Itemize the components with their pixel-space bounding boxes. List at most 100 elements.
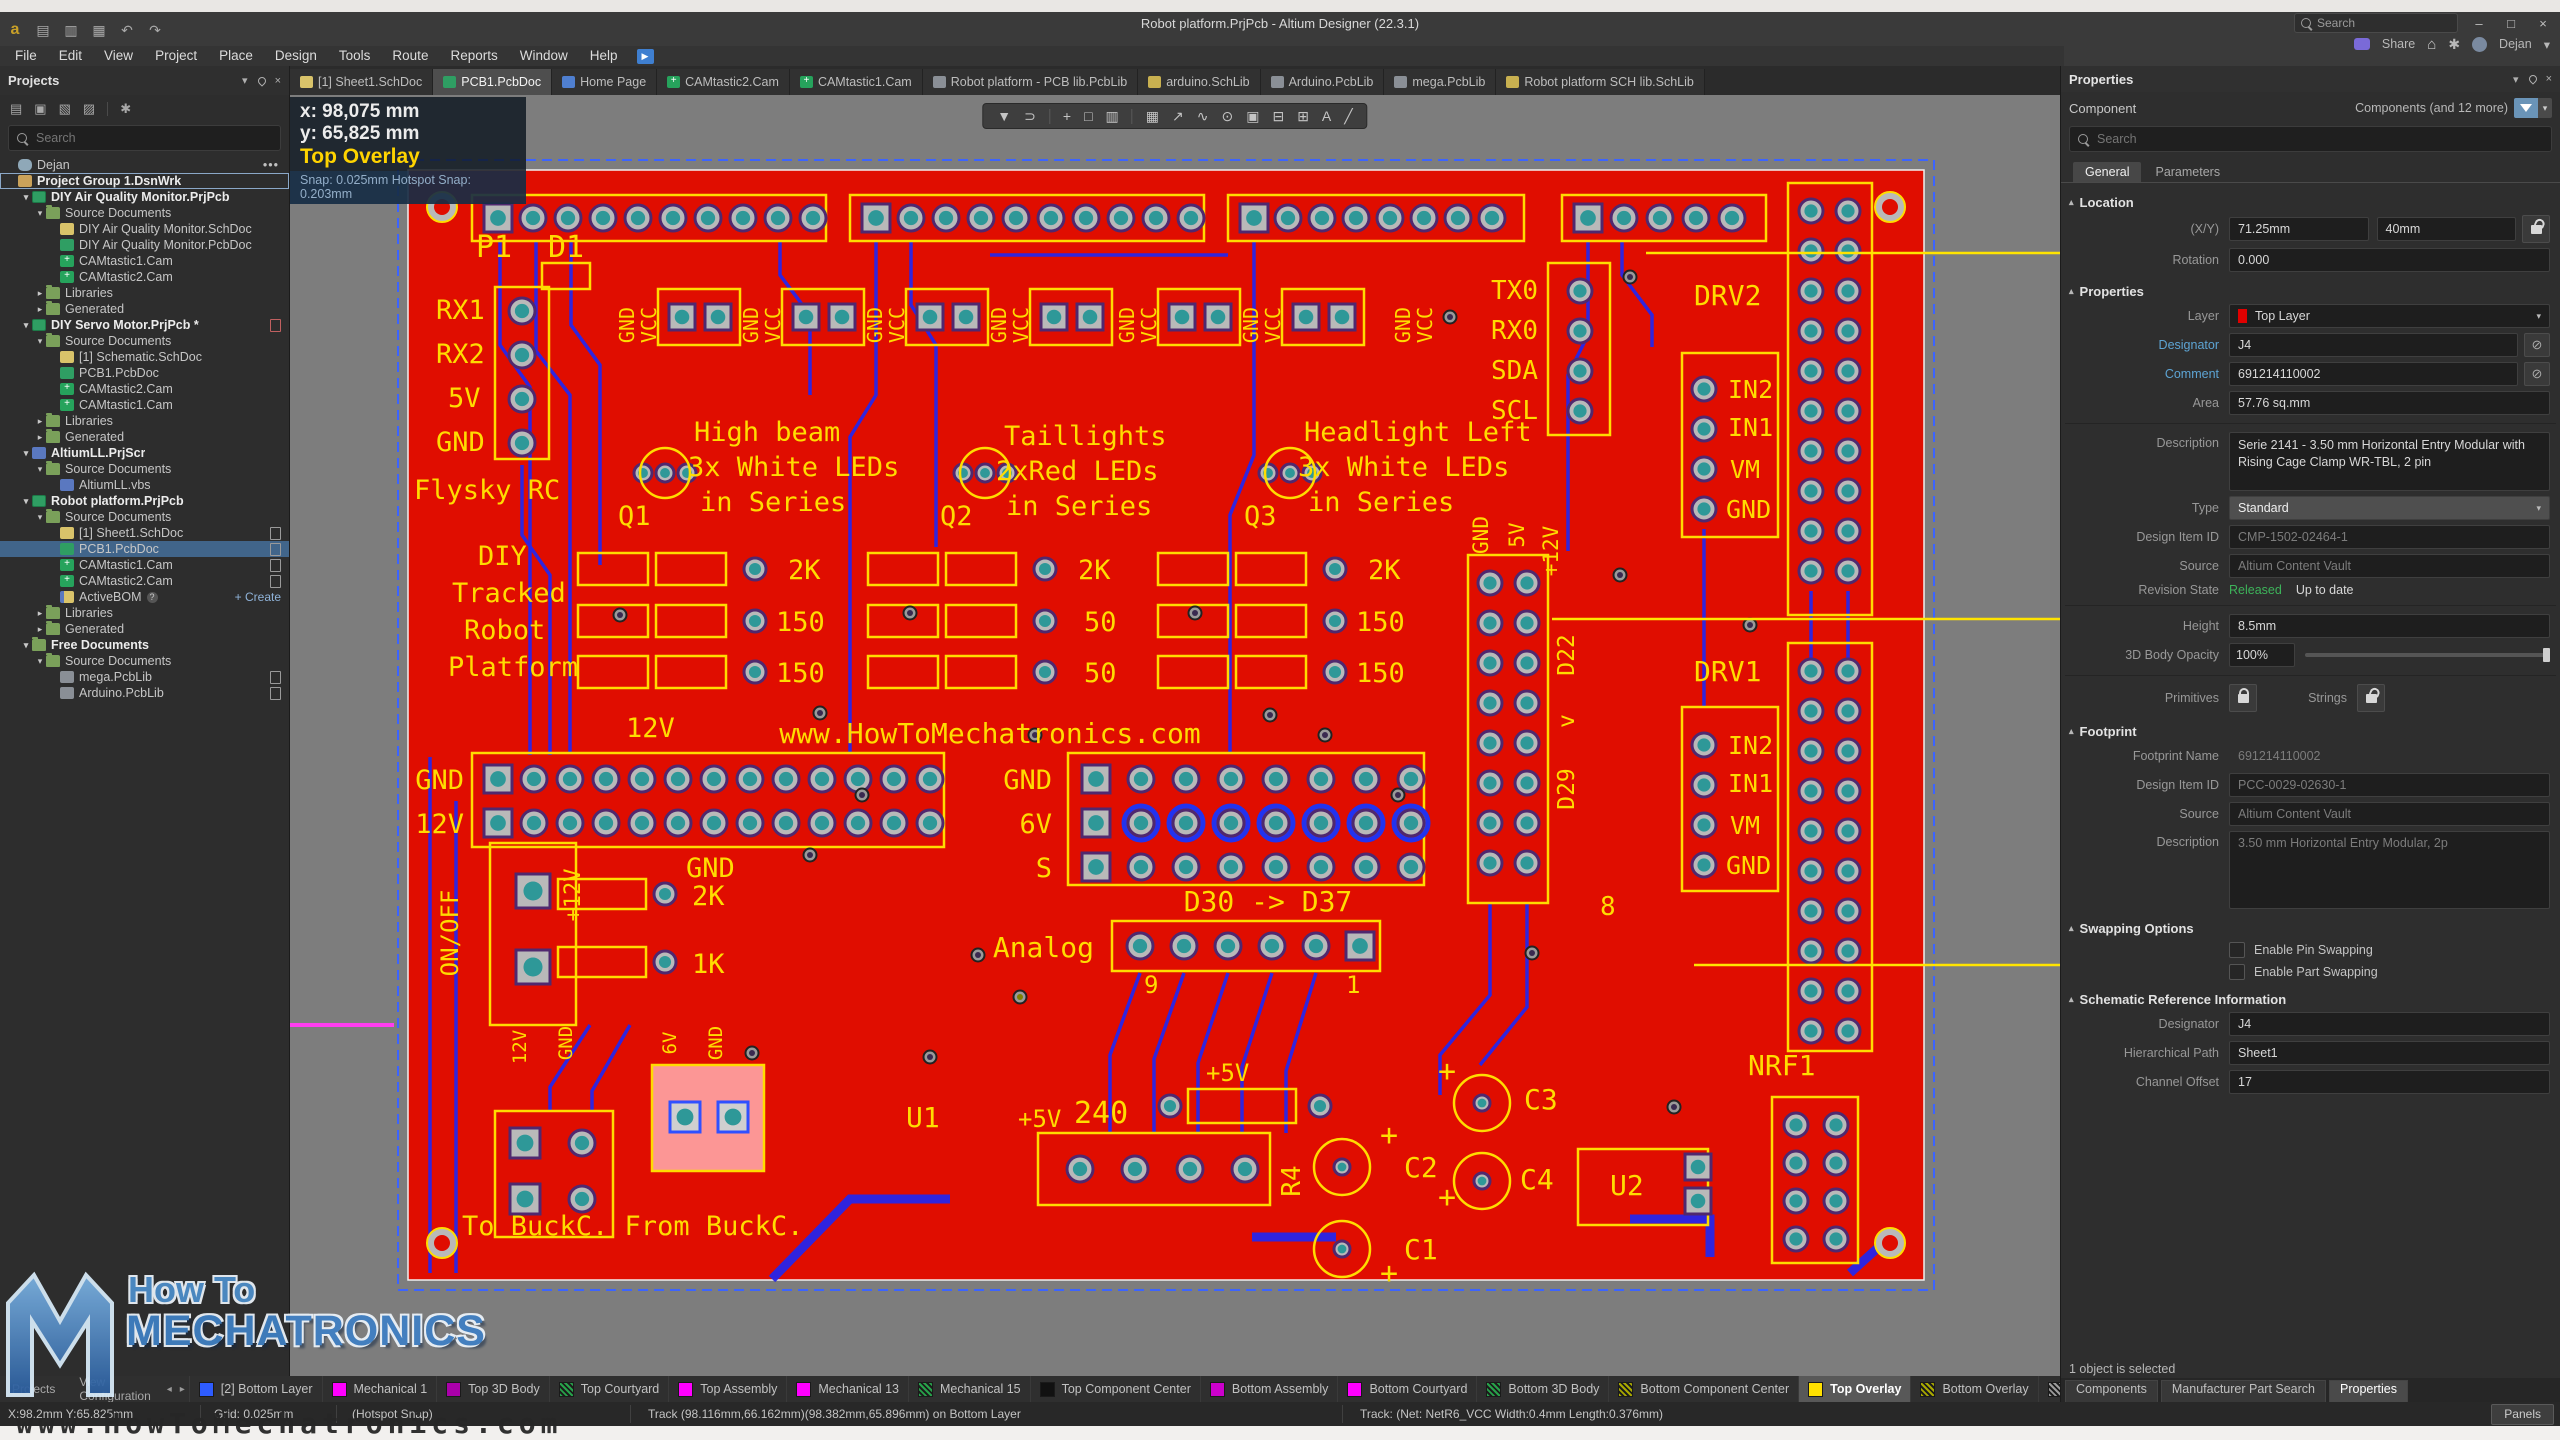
tree-item[interactable]: Arduino.PcbLib xyxy=(0,685,289,701)
tree-item[interactable]: Dejan••• xyxy=(0,157,289,173)
menu-window[interactable]: Window xyxy=(509,46,579,66)
doc-tab[interactable]: CAMtastic1.Cam xyxy=(790,69,923,95)
maximize-button[interactable]: □ xyxy=(2500,16,2522,31)
tree-item[interactable]: DIY Air Quality Monitor.SchDoc xyxy=(0,221,289,237)
tree-item[interactable]: ▸Libraries xyxy=(0,285,289,301)
dimension-icon[interactable]: ⊞ xyxy=(1297,107,1309,125)
text-icon[interactable]: A xyxy=(1322,107,1331,125)
properties-search[interactable] xyxy=(2069,126,2552,152)
properties-search-input[interactable] xyxy=(2095,131,2543,147)
doc-tab[interactable]: Arduino.PcbLib xyxy=(1261,69,1385,95)
rotation-field[interactable]: 0.000 xyxy=(2229,248,2550,272)
create-link[interactable]: + Create xyxy=(235,590,281,604)
magnet-icon[interactable]: ⊃ xyxy=(1024,107,1036,125)
print-icon[interactable]: ▦ xyxy=(90,21,108,39)
menu-help[interactable]: Help xyxy=(579,46,629,66)
primitives-lock-button[interactable] xyxy=(2229,684,2257,712)
tree-item[interactable]: ▾Source Documents xyxy=(0,509,289,525)
tree-item[interactable]: ActiveBOM?+ Create xyxy=(0,589,289,605)
tab-general[interactable]: General xyxy=(2073,162,2141,182)
menu-file[interactable]: File xyxy=(4,46,48,66)
tree-item[interactable]: ▾DIY Air Quality Monitor.PrjPcb xyxy=(0,189,289,205)
doc-tab[interactable]: Robot platform SCH lib.SchLib xyxy=(1496,69,1705,95)
section-properties[interactable]: ▴Properties xyxy=(2069,284,2552,299)
tree-item[interactable]: ▾Source Documents xyxy=(0,333,289,349)
layer-tab[interactable]: Top Assembly xyxy=(668,1376,786,1402)
panel-tab-components[interactable]: Components xyxy=(2065,1380,2158,1402)
route-icon[interactable]: ↗ xyxy=(1172,107,1184,125)
tree-item[interactable]: PCB1.PcbDoc xyxy=(0,365,289,381)
tree-item[interactable]: CAMtastic1.Cam xyxy=(0,557,289,573)
layer-tab[interactable]: Top Courtyard xyxy=(549,1376,669,1402)
tree-item[interactable]: DIY Air Quality Monitor.PcbDoc xyxy=(0,237,289,253)
close-button[interactable]: × xyxy=(2532,16,2554,31)
redo-icon[interactable]: ↷ xyxy=(146,21,164,39)
slider-thumb[interactable] xyxy=(2543,648,2550,662)
enable-pin-swapping-row[interactable]: Enable Pin Swapping xyxy=(2229,942,2550,958)
hide-designator-button[interactable]: ⊘ xyxy=(2524,333,2550,357)
section-schematic-reference[interactable]: ▴Schematic Reference Information xyxy=(2069,992,2552,1007)
home-icon[interactable]: ⌂ xyxy=(2427,36,2436,53)
menu-design[interactable]: Design xyxy=(264,46,328,66)
doc-tab[interactable]: Robot platform - PCB lib.PcbLib xyxy=(923,69,1138,95)
pad-icon[interactable]: ▣ xyxy=(1246,107,1259,125)
filter-icon[interactable]: ▼ xyxy=(997,107,1011,125)
layer-tab[interactable]: Mechanical 1 xyxy=(322,1376,437,1402)
panel-menu-caret-icon[interactable]: ▾ xyxy=(242,74,248,87)
section-location[interactable]: ▴Location xyxy=(2069,195,2552,210)
strings-lock-button[interactable] xyxy=(2357,684,2385,712)
tree-item[interactable]: CAMtastic2.Cam xyxy=(0,269,289,285)
tree-item[interactable]: ▾Source Documents xyxy=(0,653,289,669)
line-icon[interactable]: ╱ xyxy=(1344,107,1352,125)
panel-close-icon[interactable]: × xyxy=(2546,73,2552,85)
menu-tools[interactable]: Tools xyxy=(328,46,382,66)
save-icon[interactable]: ▤ xyxy=(34,21,52,39)
tree-item[interactable]: PCB1.PcbDoc xyxy=(0,541,289,557)
layer-tab[interactable]: Bottom Courtyard xyxy=(1337,1376,1476,1402)
tab-parameters[interactable]: Parameters xyxy=(2143,162,2232,182)
more-icon[interactable]: ••• xyxy=(263,158,279,172)
enable-part-swapping-row[interactable]: Enable Part Swapping xyxy=(2229,964,2550,980)
minimize-button[interactable]: – xyxy=(2468,16,2490,31)
layer-tab[interactable]: Top Paste xyxy=(2038,1376,2060,1402)
measure-icon[interactable]: ▥ xyxy=(1106,107,1119,125)
layer-tab[interactable]: Bottom Overlay xyxy=(1910,1376,2037,1402)
panels-button[interactable]: Panels xyxy=(2491,1404,2554,1425)
location-lock-button[interactable] xyxy=(2522,215,2550,243)
region-icon[interactable]: □ xyxy=(1084,107,1092,125)
layer-tab[interactable]: Bottom 3D Body xyxy=(1476,1376,1608,1402)
tree-item[interactable]: CAMtastic2.Cam xyxy=(0,381,289,397)
panel-tab-manufacturer-part-search[interactable]: Manufacturer Part Search xyxy=(2161,1380,2326,1402)
section-footprint[interactable]: ▴Footprint xyxy=(2069,724,2552,739)
layer-tab[interactable]: Bottom Component Center xyxy=(1608,1376,1798,1402)
crosshair-icon[interactable]: + xyxy=(1063,107,1071,125)
menu-route[interactable]: Route xyxy=(381,46,439,66)
panel-tab-properties[interactable]: Properties xyxy=(2329,1380,2408,1402)
arc-icon[interactable]: ∿ xyxy=(1197,107,1209,125)
user-name[interactable]: Dejan xyxy=(2499,37,2532,51)
layer-tab[interactable]: [2] Bottom Layer xyxy=(189,1376,322,1402)
layer-tab[interactable]: Mechanical 15 xyxy=(908,1376,1030,1402)
layers-scroll-left-icon[interactable]: ◂ xyxy=(163,1384,176,1395)
tree-item[interactable]: ▾Source Documents xyxy=(0,461,289,477)
y-field[interactable]: 40mm xyxy=(2377,217,2517,241)
layer-tab[interactable]: Top Overlay xyxy=(1798,1376,1910,1402)
run-script-icon[interactable]: ▶ xyxy=(637,49,654,64)
opacity-slider[interactable] xyxy=(2305,653,2550,657)
projects-search[interactable] xyxy=(8,125,281,151)
doc-tab[interactable]: arduino.SchLib xyxy=(1138,69,1260,95)
tree-item[interactable]: ▸Libraries xyxy=(0,413,289,429)
tree-item[interactable]: CAMtastic1.Cam xyxy=(0,253,289,269)
layer-tab[interactable]: Top 3D Body xyxy=(436,1376,549,1402)
checkbox-icon[interactable] xyxy=(2229,964,2245,980)
menu-edit[interactable]: Edit xyxy=(48,46,93,66)
compare-icon[interactable]: ▧ xyxy=(59,101,71,117)
filter-dropdown-caret-icon[interactable]: ▾ xyxy=(2538,98,2552,118)
layer-tab[interactable]: Mechanical 13 xyxy=(786,1376,908,1402)
tree-item[interactable]: CAMtastic1.Cam xyxy=(0,397,289,413)
avatar[interactable] xyxy=(2472,37,2487,52)
doc-tab[interactable]: CAMtastic2.Cam xyxy=(657,69,790,95)
hide-comment-button[interactable]: ⊘ xyxy=(2524,362,2550,386)
tree-item[interactable]: ▸Generated xyxy=(0,429,289,445)
panel-icon[interactable]: ⊟ xyxy=(1272,107,1284,125)
